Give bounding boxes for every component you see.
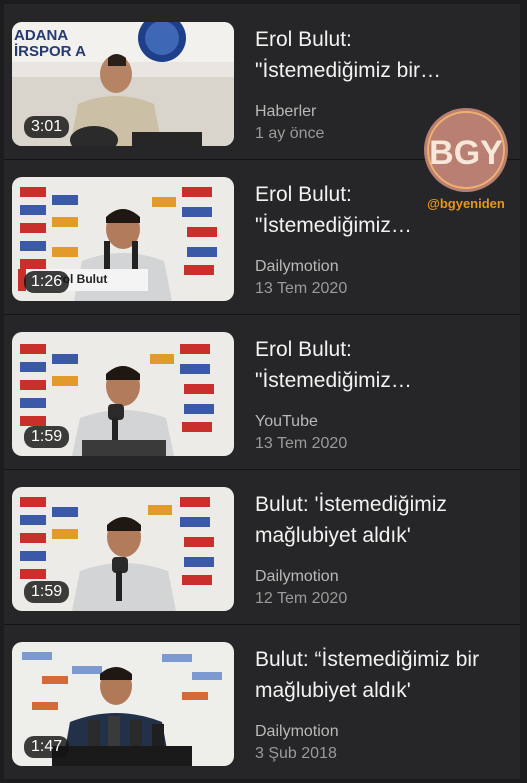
bgy-watermark: BGY @bgyeniden <box>416 108 516 214</box>
video-thumbnail[interactable]: 1:59 <box>12 487 234 611</box>
video-thumbnail[interactable]: 1:59 <box>12 332 234 456</box>
overlay-text: ADANA <box>14 27 68 44</box>
video-result-item[interactable]: 1:47 Bulut: “İstemediğimiz bir mağlubiye… <box>4 624 520 779</box>
video-source: Haberler <box>255 103 317 120</box>
video-source: YouTube <box>255 413 318 430</box>
video-date: 12 Tem 2020 <box>255 590 348 607</box>
video-date: 13 Tem 2020 <box>255 280 348 297</box>
video-title[interactable]: Bulut: 'İstemediğimiz mağlubiyet aldık' <box>255 489 513 551</box>
video-date: 3 Şub 2018 <box>255 745 337 762</box>
video-result-item[interactable]: 1:59 Bulut: 'İstemediğimiz mağlubiyet al… <box>4 469 520 625</box>
video-date: 1 ay önce <box>255 125 325 142</box>
overlay-text: İRSPOR A <box>14 43 86 60</box>
video-source: Dailymotion <box>255 723 339 740</box>
video-source: Dailymotion <box>255 568 339 585</box>
video-title[interactable]: Erol Bulut: "İstemediğimiz bir… <box>255 24 513 86</box>
watermark-logo-text: BGY <box>429 134 503 172</box>
watermark-handle: @bgyeniden <box>427 196 505 211</box>
duration-badge: 1:47 <box>24 736 70 758</box>
video-title[interactable]: Erol Bulut: "İstemediğimiz… <box>255 334 513 396</box>
video-result-item[interactable]: 1:59 Erol Bulut: "İstemediğimiz… YouTube… <box>4 314 520 470</box>
duration-badge: 1:59 <box>24 581 70 603</box>
video-date: 13 Tem 2020 <box>255 435 348 452</box>
duration-badge: 3:01 <box>24 116 70 138</box>
duration-badge: 1:59 <box>24 426 70 448</box>
video-results-list: ADANA İRSPOR A 3:01 Erol Bulut: "İstemed… <box>4 4 520 779</box>
bgy-logo-icon: BGY <box>424 108 508 192</box>
duration-badge: 1:26 <box>24 271 70 293</box>
video-thumbnail[interactable]: ADANA İRSPOR A 3:01 <box>12 22 234 146</box>
video-thumbnail[interactable]: rol Bulut 1:26 <box>12 177 234 301</box>
video-source: Dailymotion <box>255 258 339 275</box>
video-thumbnail[interactable]: 1:47 <box>12 642 234 766</box>
video-title[interactable]: Bulut: “İstemediğimiz bir mağlubiyet ald… <box>255 644 513 706</box>
